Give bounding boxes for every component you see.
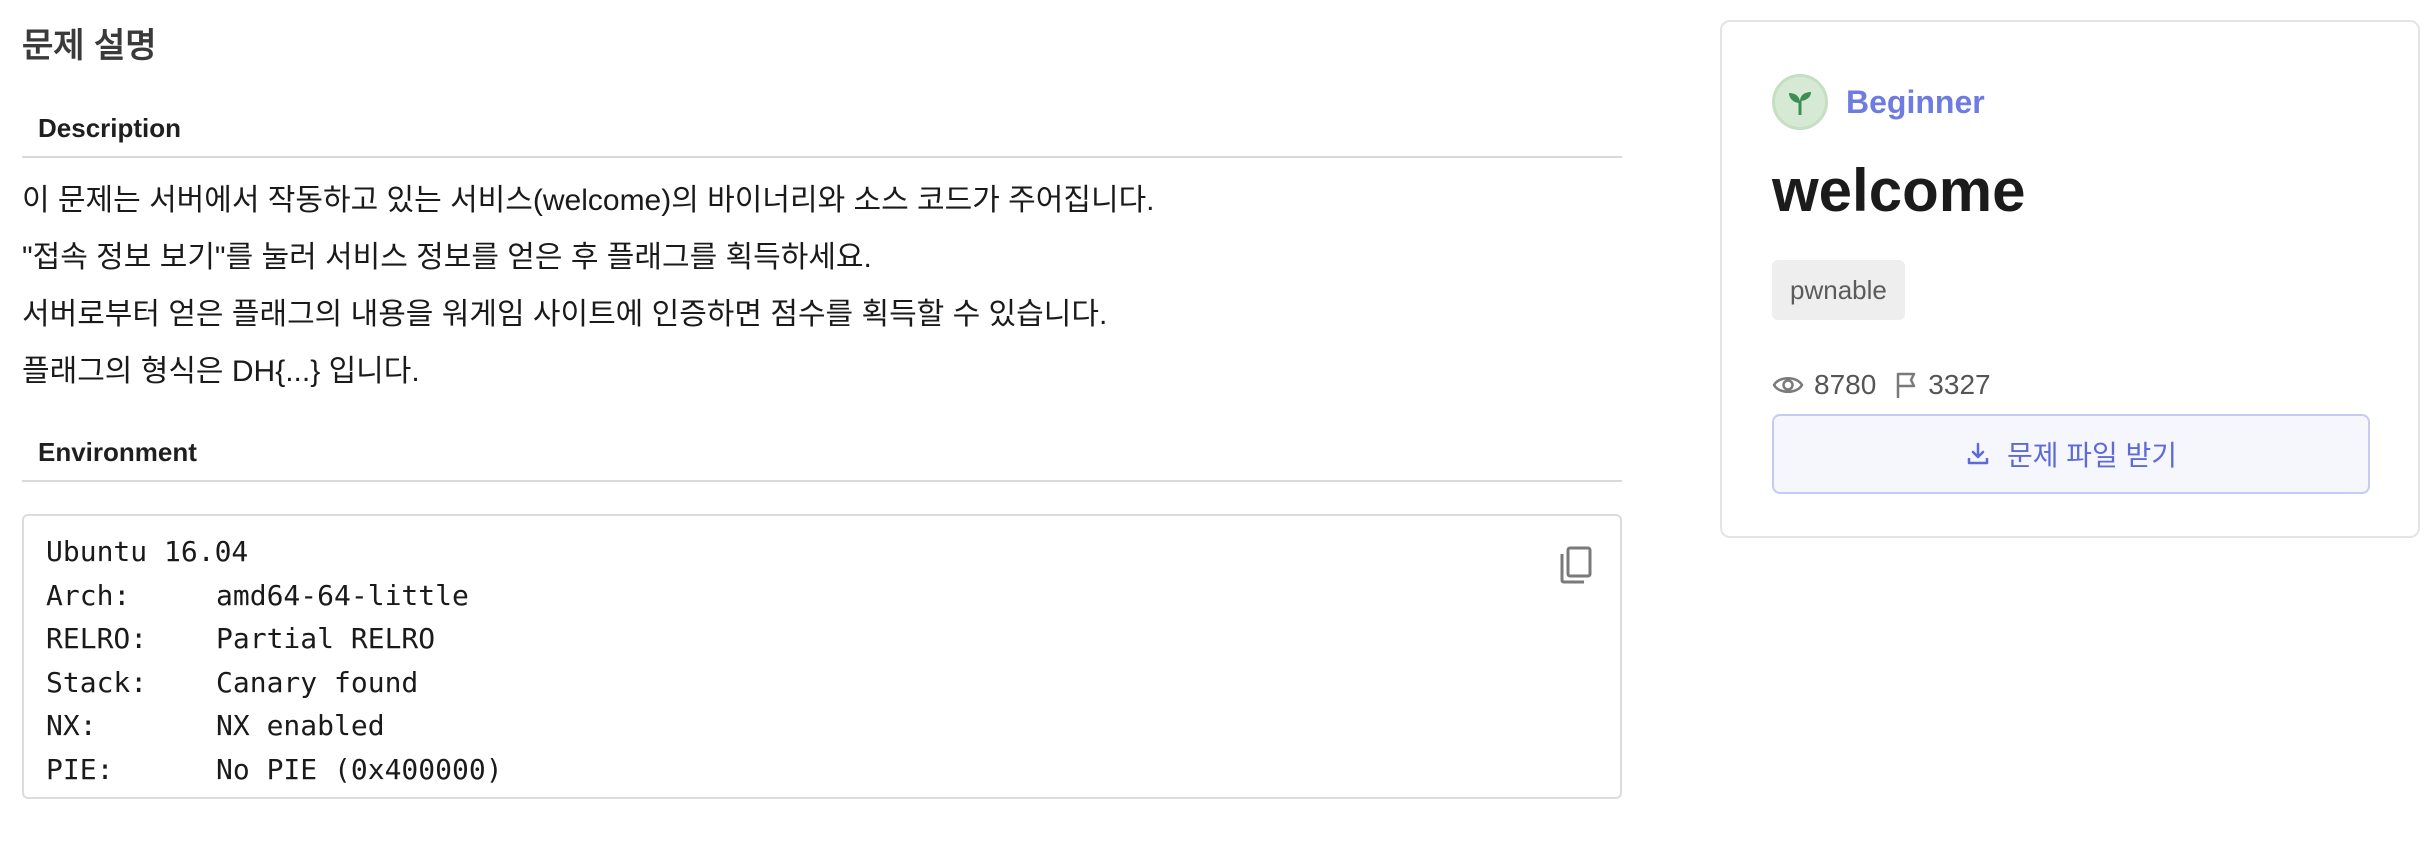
environment-key: PIE:: [46, 752, 114, 786]
download-files-button[interactable]: 문제 파일 받기: [1772, 414, 2370, 494]
challenge-info-card: Beginner welcome pwnable 8780 3327 문제 파일…: [1720, 20, 2420, 538]
challenge-description-panel: 문제 설명 Description 이 문제는 서버에서 작동하고 있는 서비스…: [22, 18, 1622, 799]
description-line: 이 문제는 서버에서 작동하고 있는 서비스(welcome)의 바이너리와 소…: [22, 184, 1155, 217]
environment-key: Stack:: [46, 665, 148, 699]
environment-key: RELRO:: [46, 622, 148, 655]
solves-count: 3327: [1928, 369, 1991, 400]
solves-stat: 3327: [1894, 369, 1991, 401]
environment-os-line: Ubuntu 16.04: [46, 535, 249, 568]
environment-row: RELRO: Partial RELRO: [46, 617, 1598, 661]
views-count: 8780: [1814, 369, 1877, 400]
views-stat: 8780: [1772, 369, 1876, 401]
level-label: Beginner: [1846, 83, 1985, 120]
challenge-stats: 8780 3327: [1772, 362, 1991, 408]
environment-row: Arch: amd64-64-little: [46, 574, 1598, 618]
page-title: 문제 설명: [22, 27, 157, 65]
eye-icon: [1772, 377, 1804, 393]
copy-icon-glyph: [1560, 546, 1592, 584]
environment-key: Arch:: [46, 578, 131, 612]
environment-value: amd64-64-little: [216, 578, 469, 612]
environment-row: Stack: Canary found: [46, 661, 1598, 705]
flag-icon: [1897, 372, 1916, 398]
challenge-title: welcome: [1772, 157, 2026, 224]
environment-key: NX:: [46, 709, 97, 742]
description-line: 플래그의 형식은 DH{...} 입니다.: [22, 355, 420, 388]
copy-icon[interactable]: [1558, 546, 1594, 586]
description-heading: Description: [22, 98, 1622, 158]
environment-value: Canary found: [216, 665, 419, 699]
environment-row: PIE: No PIE (0x400000): [46, 748, 1598, 792]
environment-row: NX: NX enabled: [46, 704, 1598, 748]
challenge-page: 문제 설명 Description 이 문제는 서버에서 작동하고 있는 서비스…: [0, 0, 2436, 844]
description-line: 서버로부터 얻은 플래그의 내용을 워게임 사이트에 인증하면 점수를 획득할 …: [22, 298, 1108, 331]
category-tag[interactable]: pwnable: [1772, 260, 1905, 320]
description-line: "접속 정보 보기"를 눌러 서비스 정보를 얻은 후 플래그를 획득하세요.: [22, 241, 872, 274]
level-row: Beginner: [1772, 72, 1985, 132]
sprout-icon: [1772, 74, 1828, 130]
environment-value: Partial RELRO: [216, 622, 436, 655]
download-files-label: 문제 파일 받기: [2006, 440, 2178, 471]
environment-value: No PIE (0x400000): [216, 752, 503, 786]
description-body: 이 문제는 서버에서 작동하고 있는 서비스(welcome)의 바이너리와 소…: [22, 158, 1622, 408]
environment-value: NX enabled: [216, 709, 385, 742]
download-icon: [1967, 442, 1989, 465]
environment-code-block[interactable]: Ubuntu 16.04 Arch: amd64-64-little RELRO:…: [22, 514, 1622, 799]
environment-heading: Environment: [22, 422, 1622, 482]
